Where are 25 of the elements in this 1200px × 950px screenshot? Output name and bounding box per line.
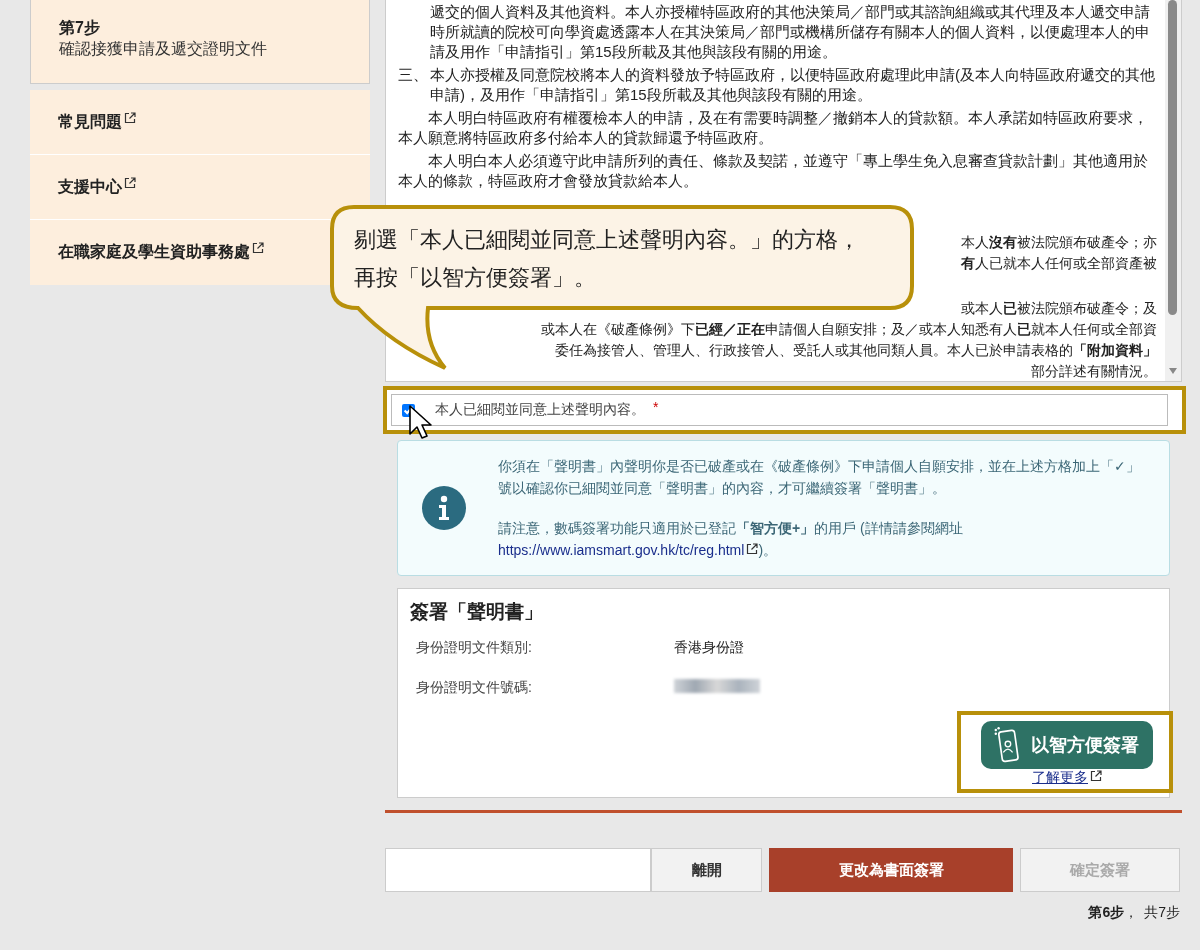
step-number: 第7步 [59, 18, 101, 38]
total-steps: 共7步 [1144, 904, 1180, 920]
field-label: 身份證明文件號碼: [416, 679, 533, 697]
list-marker: 三、 [398, 65, 429, 85]
separator: ， [1124, 904, 1139, 920]
declaration-text: 本人亦授權及同意院校將本人的資料發放予特區政府，以便特區政府處理此申請(及本人向特區政府遞交的其他申請)，及用作「申請指引」第15段所載及其他與該段有關的用途。 [430, 65, 1156, 105]
declaration-text: 本人沒有被法院頒布破產令；亦 [961, 234, 1157, 250]
info-note: 請注意，數碼簽署功能只適用於已登記「智方便+」的用戶 (詳情請參閱網址 https://www.iamsmart.gov.hk/tc/reg.html )。 [498, 519, 964, 560]
field-label: 身份證明文件類別: [416, 639, 533, 657]
declaration-text: 部分詳述有關情況。 [1031, 363, 1157, 379]
declaration-text: 本人明白特區政府有權覆檢本人的申請，及在有需要時調整／撤銷本人的貸款額。本人承諾如特區政府要求，本人願意將特區政府多付給本人的貸款歸還予特區政府。 [398, 108, 1149, 148]
field-value: 香港身份證 [674, 639, 744, 657]
declaration-text: 遞交的個人資料及其他資料。本人亦授權特區政府的其他決策局／部門或其諮詢組織或其代理及本人遞交申請時所就讀的院校可向學資處透露本人在其決策局／部門或機構所儲存有關本人的個人資料，以便處理本人的申請及用作「申請指引」第15段所載及其他與該段有關的用途。 [430, 2, 1151, 62]
info-notice: 你須在「聲明書」內聲明你是否已破產或在《破產條例》下申請個人自願安排，並在上述方格加上「✓」號以確認你已細閱並同意「聲明書」的內容，才可繼續簽署「聲明書」。 [498, 457, 1141, 498]
declaration-text: 委任為接管人、管理人、行政接管人、受託人或其他同類人員。本人已於申請表格的「附加資料」 [555, 342, 1157, 358]
required-mark: * [653, 399, 659, 415]
declaration-text: 或本人已被法院頒布破產令；及 [961, 300, 1157, 316]
declaration-text: 本人明白本人必須遵守此申請所列的責任、條款及契諾，並遵守「專上學生免入息審查貸款計劃」其他適用於本人的條款，特區政府才會發放貸款給本人。 [398, 151, 1149, 191]
sign-title: 簽署「聲明書」 [410, 600, 544, 624]
declaration-text: 有人已就本人任何或全部資產被 [961, 255, 1157, 271]
current-step: 第6步 [1088, 904, 1125, 920]
declaration-text: 或本人在《破產條例》下已經／正在申請個人自願安排；及／或本人知悉有人已就本人任何或全部資 [541, 321, 1157, 337]
callout-text: 剔選「本人已細閱並同意上述聲明內容。」的方格，再按「以智方便簽署」。 [354, 226, 861, 292]
step-title: 確認接獲申請及遞交證明文件 [59, 39, 268, 59]
agree-label: 本人已細閱並同意上述聲明內容。 [435, 401, 645, 419]
